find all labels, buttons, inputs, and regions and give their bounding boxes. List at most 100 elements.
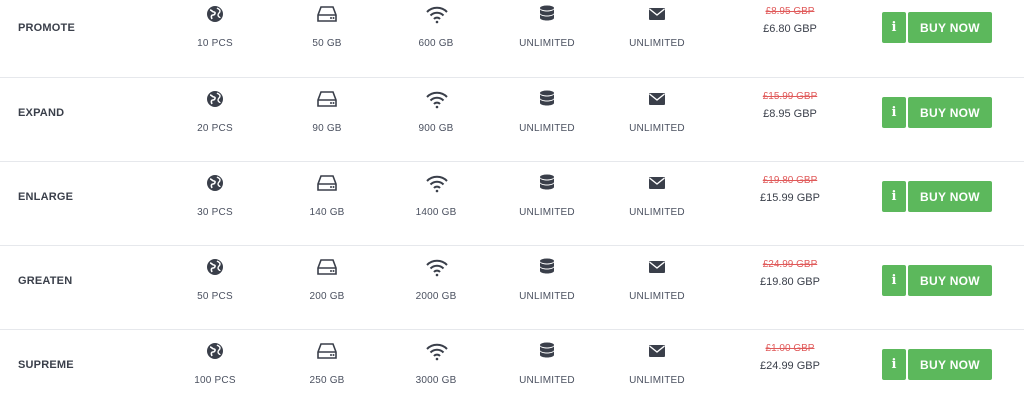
pricing-table: PROMOTE 10 PCS 50 GB 600 GB UNLIMITED UN… <box>0 0 1024 405</box>
globe-icon <box>204 340 226 362</box>
actions: i BUY NOW <box>882 181 992 212</box>
feature-email: UNLIMITED <box>597 246 717 302</box>
info-button[interactable]: i <box>882 265 906 296</box>
feature-value: 90 GB <box>312 123 342 134</box>
discounted-price: £15.99 GBP <box>760 192 820 204</box>
info-button[interactable]: i <box>882 97 906 128</box>
feature-value: 1400 GB <box>415 207 457 218</box>
envelope-icon <box>646 88 668 110</box>
feature-domains: 30 PCS <box>155 162 275 218</box>
feature-value: 50 PCS <box>197 291 233 302</box>
actions: i BUY NOW <box>882 12 992 43</box>
feature-value: UNLIMITED <box>629 38 685 49</box>
feature-value: 10 PCS <box>197 38 233 49</box>
feature-domains: 100 PCS <box>155 330 275 386</box>
info-button[interactable]: i <box>882 349 906 380</box>
buy-now-button[interactable]: BUY NOW <box>908 265 992 296</box>
feature-databases: UNLIMITED <box>487 246 607 302</box>
plan-name: EXPAND <box>18 107 65 119</box>
feature-value: UNLIMITED <box>629 375 685 386</box>
buy-now-button[interactable]: BUY NOW <box>908 12 992 43</box>
feature-email: UNLIMITED <box>597 0 717 49</box>
info-icon: i <box>891 20 897 35</box>
info-icon: i <box>891 105 897 120</box>
envelope-icon <box>646 256 668 278</box>
info-button[interactable]: i <box>882 181 906 212</box>
feature-value: 250 GB <box>309 375 345 386</box>
price: £24.99 GBP £19.80 GBP <box>730 259 850 288</box>
buy-now-button[interactable]: BUY NOW <box>908 349 992 380</box>
feature-value: 100 PCS <box>194 375 236 386</box>
feature-value: 30 PCS <box>197 207 233 218</box>
info-icon: i <box>891 273 897 288</box>
feature-value: 20 PCS <box>197 123 233 134</box>
wifi-icon <box>425 3 448 25</box>
feature-disk: 200 GB <box>267 246 387 302</box>
plan-name: GREATEN <box>18 275 73 287</box>
price: £19.80 GBP £15.99 GBP <box>730 175 850 204</box>
buy-now-button[interactable]: BUY NOW <box>908 181 992 212</box>
feature-value: UNLIMITED <box>629 207 685 218</box>
feature-bandwidth: 2000 GB <box>376 246 496 302</box>
feature-value: 200 GB <box>309 291 345 302</box>
feature-bandwidth: 3000 GB <box>376 330 496 386</box>
feature-disk: 50 GB <box>267 0 387 49</box>
feature-disk: 250 GB <box>267 330 387 386</box>
actions: i BUY NOW <box>882 265 992 296</box>
hard-drive-icon <box>316 172 338 194</box>
envelope-icon <box>646 172 668 194</box>
feature-value: 2000 GB <box>415 291 457 302</box>
plan-name: PROMOTE <box>18 22 76 34</box>
info-icon: i <box>891 357 897 372</box>
buy-now-button[interactable]: BUY NOW <box>908 97 992 128</box>
feature-value: 900 GB <box>418 123 454 134</box>
discounted-price: £6.80 GBP <box>763 23 817 35</box>
feature-value: 600 GB <box>418 38 454 49</box>
plan-name: ENLARGE <box>18 191 74 203</box>
wifi-icon <box>425 88 448 110</box>
feature-value: UNLIMITED <box>629 123 685 134</box>
price: £15.99 GBP £8.95 GBP <box>730 91 850 120</box>
plan-row-expand: EXPAND 20 PCS 90 GB 900 GB UNLIMITED UNL… <box>0 77 1024 162</box>
plan-row-promote: PROMOTE 10 PCS 50 GB 600 GB UNLIMITED UN… <box>0 0 1024 77</box>
original-price: £1.00 GBP <box>765 343 815 354</box>
feature-databases: UNLIMITED <box>487 162 607 218</box>
feature-value: UNLIMITED <box>519 207 575 218</box>
globe-icon <box>204 88 226 110</box>
hard-drive-icon <box>316 3 338 25</box>
plan-row-supreme: SUPREME 100 PCS 250 GB 3000 GB UNLIMITED… <box>0 329 1024 414</box>
envelope-icon <box>646 340 668 362</box>
hard-drive-icon <box>316 88 338 110</box>
database-icon <box>536 88 558 110</box>
globe-icon <box>204 172 226 194</box>
hard-drive-icon <box>316 340 338 362</box>
discounted-price: £24.99 GBP <box>760 360 820 372</box>
feature-email: UNLIMITED <box>597 330 717 386</box>
price: £1.00 GBP £24.99 GBP <box>730 343 850 372</box>
globe-icon <box>204 3 226 25</box>
plan-row-greaten: GREATEN 50 PCS 200 GB 2000 GB UNLIMITED … <box>0 245 1024 330</box>
database-icon <box>536 172 558 194</box>
discounted-price: £8.95 GBP <box>763 108 817 120</box>
original-price: £8.95 GBP <box>765 6 815 17</box>
feature-value: UNLIMITED <box>519 291 575 302</box>
hard-drive-icon <box>316 256 338 278</box>
feature-bandwidth: 600 GB <box>376 0 496 49</box>
price: £8.95 GBP £6.80 GBP <box>730 6 850 35</box>
feature-value: UNLIMITED <box>629 291 685 302</box>
database-icon <box>536 3 558 25</box>
wifi-icon <box>425 340 448 362</box>
wifi-icon <box>425 172 448 194</box>
info-button[interactable]: i <box>882 12 906 43</box>
feature-databases: UNLIMITED <box>487 0 607 49</box>
feature-databases: UNLIMITED <box>487 78 607 134</box>
feature-value: UNLIMITED <box>519 123 575 134</box>
actions: i BUY NOW <box>882 97 992 128</box>
actions: i BUY NOW <box>882 349 992 380</box>
discounted-price: £19.80 GBP <box>760 276 820 288</box>
feature-email: UNLIMITED <box>597 78 717 134</box>
feature-bandwidth: 900 GB <box>376 78 496 134</box>
feature-value: UNLIMITED <box>519 375 575 386</box>
info-icon: i <box>891 189 897 204</box>
feature-databases: UNLIMITED <box>487 330 607 386</box>
